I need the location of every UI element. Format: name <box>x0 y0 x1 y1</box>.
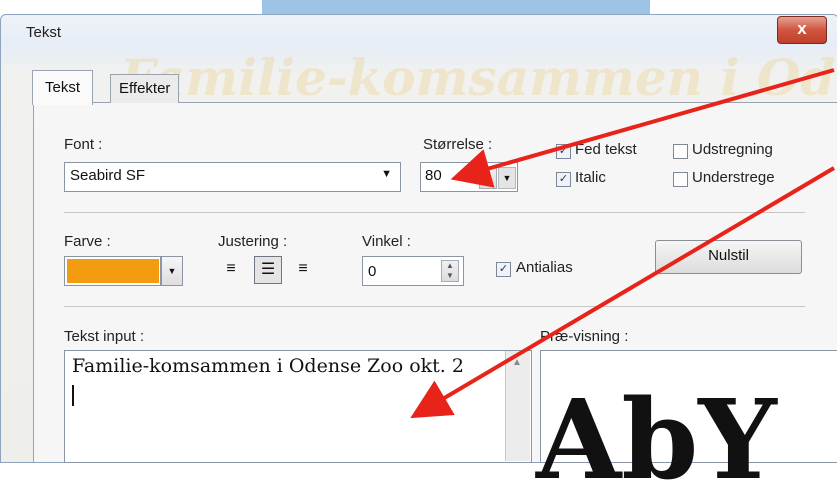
annotation-arrows <box>410 68 836 419</box>
annotation-arrow <box>450 68 835 188</box>
tab-tekst[interactable]: Tekst <box>32 70 94 105</box>
annotation-arrow <box>410 166 836 419</box>
